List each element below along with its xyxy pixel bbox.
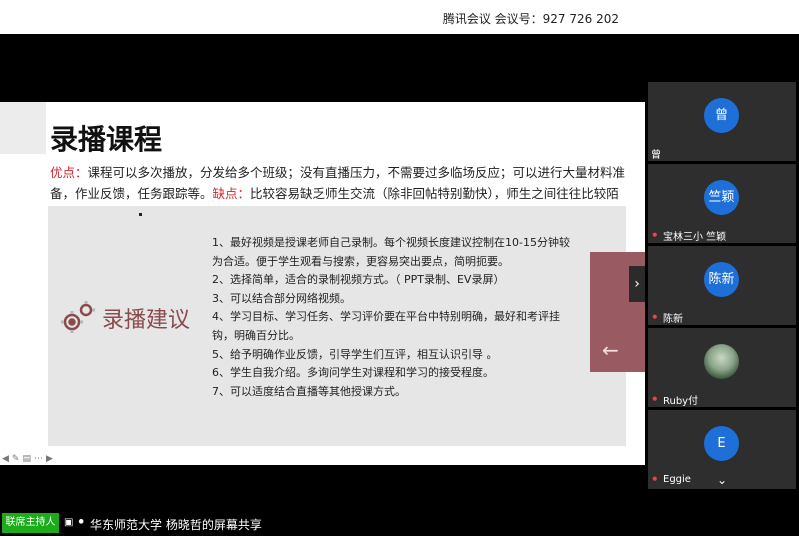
participant-tile[interactable]: 竺颖 ⚫ 宝林三小 竺颖: [648, 164, 796, 243]
panel-label: 录播建议: [102, 308, 191, 333]
mic-muted-icon: ⚫: [651, 230, 659, 241]
avatar: 竺颖: [704, 180, 739, 215]
more-icon[interactable]: ⋯: [34, 453, 43, 465]
pros-label: 优点：: [50, 165, 88, 180]
tip-item: 4、学习目标、学习任务、学习评价要在平台中特别明确，最好和考评挂钩，明确百分比。: [212, 310, 560, 342]
participant-name-label: ⚫ 宝林三小 竺颖: [651, 228, 727, 244]
slide-title: 录播课程: [50, 123, 163, 156]
next-page-button[interactable]: ›: [629, 266, 645, 302]
participant-name: 曾: [651, 150, 661, 161]
shared-slide: 录播课程 优点：课程可以多次播放，分发给多个班级；没有直播压力，不需要过多临场反…: [0, 102, 645, 465]
participant-name-label: ⚫ 陈新: [651, 310, 683, 326]
slide-toolbar: ◀ ✎ ▤ ⋯ ▶: [2, 453, 53, 465]
menu-icon[interactable]: ▤: [22, 453, 31, 465]
participant-tile[interactable]: 曾 曾: [648, 82, 796, 161]
avatar: 陈新: [704, 262, 739, 297]
participant-name: Ruby付: [663, 396, 699, 407]
top-bar: 腾讯会议 会议号：927 726 202: [0, 0, 799, 34]
mouse-cursor: [139, 213, 142, 216]
tip-item: 6、学生自我介绍。多询问学生对课程和学习的接受程度。: [212, 366, 494, 380]
arrow-left-icon: ←: [602, 338, 619, 362]
cons-label: 缺点：: [212, 186, 251, 201]
tip-item: 5、给予明确作业反馈，引导学生们互评，相互认识引导 。: [212, 347, 498, 361]
tips-list: 1、最好视频是授课老师自己录制。每个视频长度建议控制在10-15分钟较为合适。便…: [212, 234, 577, 401]
tip-item: 2、选择简单，适合的录制视频方式。（ PPT录制、EV录屏）: [212, 273, 505, 287]
prev-slide-icon[interactable]: ◀: [2, 453, 9, 465]
co-host-button[interactable]: 联席主持人: [2, 513, 59, 533]
participant-name: 陈新: [663, 314, 683, 325]
mic-muted-icon: ⚫: [651, 394, 659, 405]
pen-icon[interactable]: ✎: [12, 453, 20, 465]
microphone-icon: ⚫: [77, 517, 86, 528]
avatar-photo: [704, 344, 739, 379]
bottom-bar: 联席主持人 ▣ ⚫ 华东师范大学 杨晓哲的屏幕共享: [0, 511, 799, 536]
participant-name: 宝林三小 竺颖: [663, 232, 727, 243]
avatar: E: [704, 426, 739, 461]
tip-item: 3、可以结合部分网络视频。: [212, 291, 351, 305]
meeting-info: 腾讯会议 会议号：927 726 202: [442, 12, 619, 26]
participant-tile[interactable]: 陈新 ⚫ 陈新: [648, 246, 796, 325]
tip-item: 7、可以适度结合直播等其他授课方式。: [212, 384, 406, 398]
slide-corner-decoration: [0, 102, 46, 154]
participant-tile[interactable]: ⚫ Ruby付: [648, 328, 796, 407]
participant-list: ⌃ 曾 曾 竺颖 ⚫ 宝林三小 竺颖 陈新 ⚫ 陈新 ⚫ Ruby付 E ⚫ E…: [648, 79, 796, 490]
gears-icon: [61, 301, 95, 333]
recommendation-panel: 录播建议 1、最好视频是授课老师自己录制。每个视频长度建议控制在10-15分钟较…: [48, 206, 626, 446]
tip-item: 1、最好视频是授课老师自己录制。每个视频长度建议控制在10-15分钟较为合适。便…: [212, 236, 570, 268]
avatar: 曾: [704, 98, 739, 133]
screen-share-label: 华东师范大学 杨晓哲的屏幕共享: [90, 518, 262, 532]
participant-name-label: 曾: [651, 146, 661, 161]
next-slide-icon[interactable]: ▶: [46, 453, 53, 465]
scroll-down-button[interactable]: ⌄: [648, 471, 796, 489]
participant-name-label: ⚫ Ruby付: [651, 392, 699, 408]
mic-muted-icon: ⚫: [651, 312, 659, 323]
screen-share-icon: ▣: [64, 517, 74, 528]
